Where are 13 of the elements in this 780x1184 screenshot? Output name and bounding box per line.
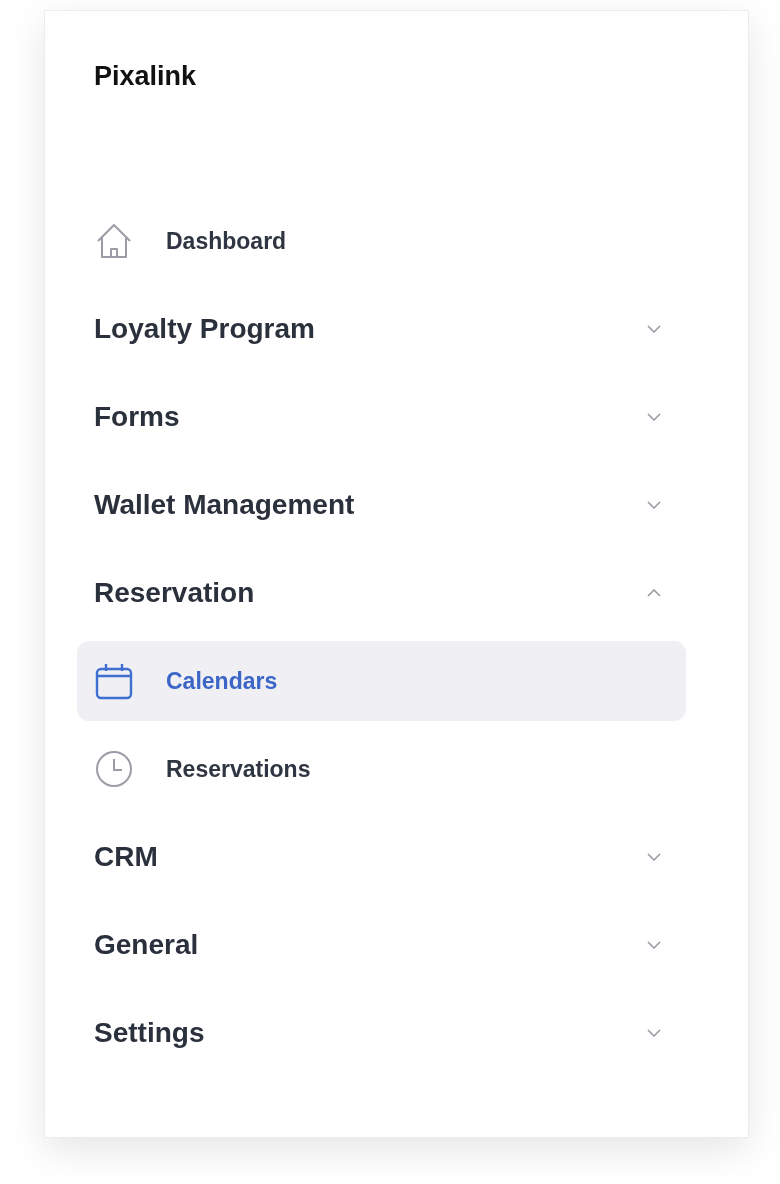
menu-group[interactable]: Wallet Management [77,465,686,545]
menu-group[interactable]: Settings [77,993,686,1073]
menu-group[interactable]: General [77,905,686,985]
brand-title: Pixalink [94,61,198,91]
menu-item[interactable]: Dashboard [77,201,686,281]
clock-icon [94,749,134,789]
menu-item[interactable]: Reservations [77,729,686,809]
menu-group[interactable]: Loyalty Program [77,289,686,369]
menu-group[interactable]: CRM [77,817,686,897]
calendar-icon [94,661,134,701]
menu-item[interactable]: Calendars [77,641,686,721]
menu-group[interactable]: Forms [77,377,686,457]
menu-group[interactable]: Reservation [77,553,686,633]
